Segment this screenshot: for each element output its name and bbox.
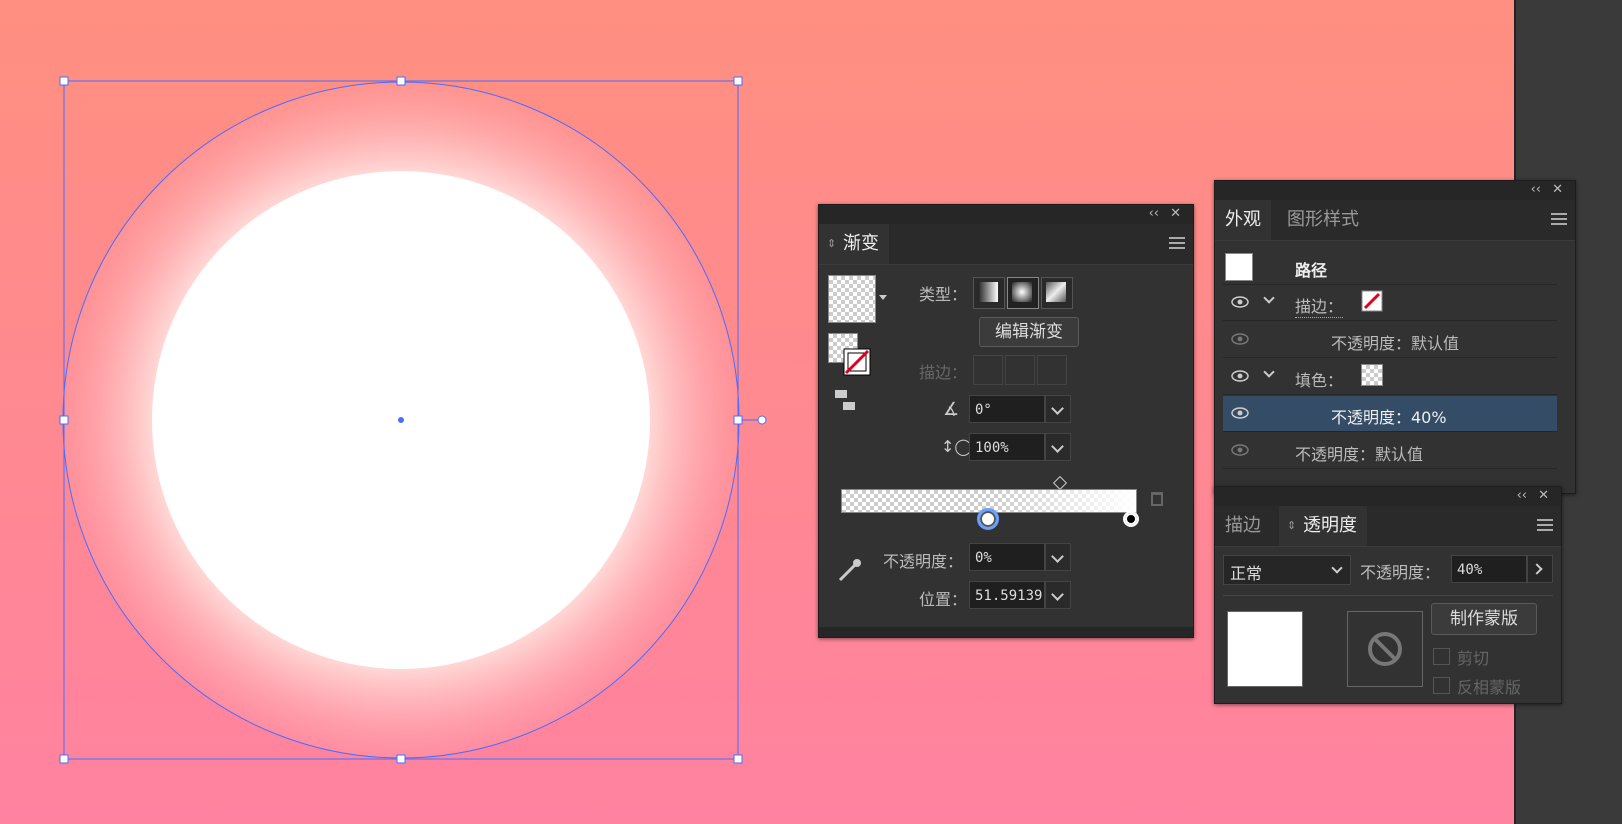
menu-icon[interactable]: [1537, 519, 1553, 531]
object-thumbnail: [1225, 253, 1253, 281]
eye-icon[interactable]: [1231, 370, 1249, 382]
appearance-panel: ‹‹ ✕ 外观 图形样式 路径 描边： 不透明度：默认值 填色： 不透明度：40…: [1214, 180, 1576, 494]
angle-dropdown[interactable]: [1045, 395, 1071, 423]
make-mask-button[interactable]: 制作蒙版: [1431, 603, 1537, 635]
stroke-gradient-options: [973, 355, 1075, 385]
color-stop-end[interactable]: [1123, 511, 1139, 527]
opacity-label: 不透明度：: [1360, 563, 1441, 582]
stroke-opacity-label[interactable]: 不透明度：默认值: [1331, 330, 1459, 354]
tab-arrows-icon: ⇕: [827, 237, 837, 250]
edit-gradient-button[interactable]: 编辑渐变: [979, 317, 1079, 347]
stroke-opacity-row[interactable]: 不透明度：默认值: [1223, 322, 1557, 358]
stop-opacity-label: 不透明度：: [883, 552, 964, 571]
transparency-panel: ‹‹ ✕ 描边 ⇕ 透明度 正常 不透明度： 40% 制作蒙版 剪切 反相蒙版: [1214, 486, 1562, 704]
stroke-none-swatch[interactable]: [843, 348, 871, 376]
opacity-expand-button[interactable]: [1527, 555, 1553, 583]
no-entry-icon: [1368, 632, 1402, 666]
trash-icon[interactable]: [1151, 492, 1163, 506]
center-point: [398, 417, 404, 423]
type-label: 类型：: [919, 285, 968, 304]
angle-input[interactable]: 0°: [969, 395, 1045, 423]
divider: [1223, 595, 1553, 596]
stop-opacity-dropdown[interactable]: [1045, 543, 1071, 571]
close-icon[interactable]: ✕: [1552, 182, 1563, 197]
opacity-input[interactable]: 40%: [1451, 555, 1527, 583]
stop-position-label: 位置：: [919, 590, 968, 609]
close-icon[interactable]: ✕: [1538, 488, 1549, 503]
tab-graphic-styles[interactable]: 图形样式: [1277, 200, 1369, 240]
object-opacity-label[interactable]: 不透明度：默认值: [1295, 441, 1423, 465]
fill-opacity-row[interactable]: 不透明度：40%: [1223, 396, 1557, 432]
midpoint-diamond[interactable]: [1052, 475, 1068, 491]
blend-mode-value: 正常: [1230, 564, 1263, 583]
radial-gradient-icon[interactable]: [1007, 277, 1039, 309]
eye-icon[interactable]: [1231, 407, 1249, 419]
angle-icon: ∡: [943, 399, 960, 420]
fill-row[interactable]: 填色：: [1223, 359, 1557, 395]
tab-label: 透明度: [1303, 515, 1357, 536]
object-thumbnail[interactable]: [1227, 611, 1303, 687]
panel-titlebar[interactable]: ‹‹ ✕: [1215, 487, 1561, 506]
gradient-swatch[interactable]: [828, 275, 876, 323]
object-row[interactable]: 路径: [1223, 249, 1557, 285]
tab-appearance[interactable]: 外观: [1215, 200, 1271, 240]
tab-stroke[interactable]: 描边: [1215, 506, 1271, 546]
fill-swatch[interactable]: [1361, 364, 1383, 386]
panel-titlebar[interactable]: ‹‹ ✕: [1215, 181, 1575, 200]
object-name: 路径: [1295, 261, 1328, 280]
fill-label[interactable]: 填色：: [1295, 367, 1343, 391]
invert-mask-label: 反相蒙版: [1457, 678, 1522, 697]
menu-icon[interactable]: [1169, 237, 1185, 249]
menu-icon[interactable]: [1551, 213, 1567, 225]
blend-mode-select[interactable]: 正常: [1223, 555, 1351, 585]
gradient-panel: ‹‹ ✕ ⇕ 渐变 类型： 编辑渐变 描边： ∡ 0° ↕◯ 100% 不透明度…: [818, 204, 1194, 638]
tab-gradient[interactable]: ⇕ 渐变: [819, 224, 889, 264]
stroke-none-swatch[interactable]: [1361, 290, 1383, 312]
aspect-ratio-input[interactable]: 100%: [969, 433, 1045, 461]
tab-arrows-icon: ⇕: [1287, 519, 1297, 532]
aspect-ratio-dropdown[interactable]: [1045, 433, 1071, 461]
close-icon[interactable]: ✕: [1170, 206, 1181, 221]
tab-label: 渐变: [843, 233, 879, 254]
stop-position-input[interactable]: 51.59139: [969, 581, 1045, 609]
rotate-handle[interactable]: [757, 415, 767, 425]
stroke-label: 描边：: [919, 363, 968, 382]
clip-checkbox[interactable]: [1433, 648, 1450, 665]
collapse-icon[interactable]: ‹‹: [1149, 206, 1159, 221]
swap-arrange-icon[interactable]: [835, 390, 857, 412]
resize-grip[interactable]: [819, 627, 1193, 637]
aspect-ratio-icon: ↕◯: [941, 437, 973, 456]
stop-position-dropdown[interactable]: [1045, 581, 1071, 609]
invert-mask-checkbox[interactable]: [1433, 677, 1450, 694]
stroke-label[interactable]: 描边：: [1295, 293, 1344, 318]
stroke-row[interactable]: 描边：: [1223, 285, 1557, 321]
stop-opacity-input[interactable]: 0%: [969, 543, 1045, 571]
chevron-down-icon[interactable]: [1263, 366, 1275, 378]
chevron-down-icon[interactable]: [1263, 292, 1275, 304]
panel-titlebar[interactable]: ‹‹ ✕: [819, 205, 1193, 224]
eye-icon[interactable]: [1231, 296, 1249, 308]
eye-icon[interactable]: [1231, 444, 1249, 456]
tab-transparency[interactable]: ⇕ 透明度: [1279, 506, 1367, 546]
artboard-canvas[interactable]: [0, 0, 800, 824]
mask-thumbnail[interactable]: [1347, 611, 1423, 687]
chevron-down-icon: [1331, 562, 1343, 574]
chevron-down-icon[interactable]: [879, 295, 887, 300]
eyedropper-icon[interactable]: [835, 557, 863, 585]
fill-opacity-label[interactable]: 不透明度：40%: [1331, 404, 1447, 428]
color-stop-selected[interactable]: [977, 508, 999, 530]
linear-gradient-icon[interactable]: [973, 277, 1005, 309]
clip-label: 剪切: [1457, 649, 1490, 668]
freeform-gradient-icon[interactable]: [1041, 277, 1073, 309]
collapse-icon[interactable]: ‹‹: [1517, 488, 1527, 503]
eye-icon[interactable]: [1231, 333, 1249, 345]
object-opacity-row[interactable]: 不透明度：默认值: [1223, 433, 1557, 469]
collapse-icon[interactable]: ‹‹: [1531, 182, 1541, 197]
